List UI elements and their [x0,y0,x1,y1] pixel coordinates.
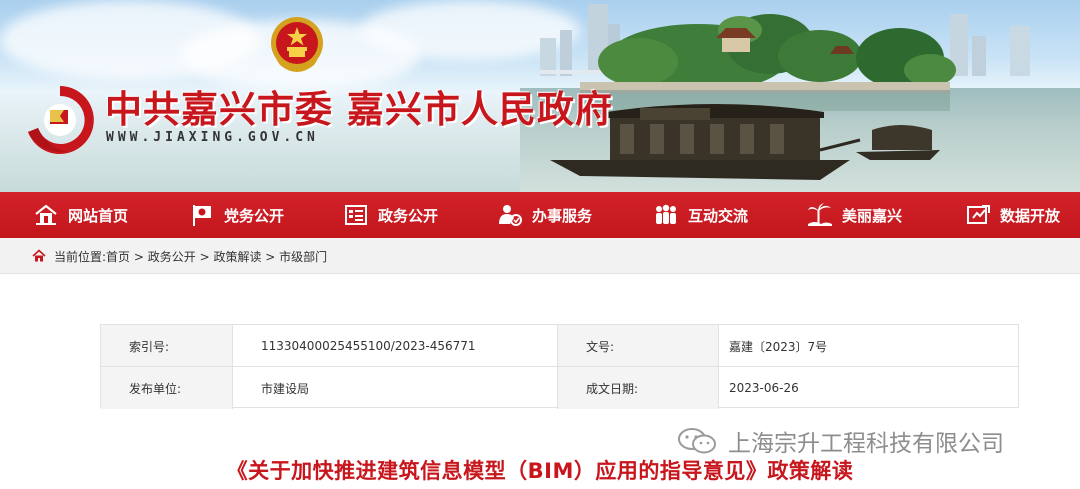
breadcrumb-link-policy-interpretation[interactable]: 政策解读 [213,250,261,264]
breadcrumb-link-home[interactable]: 首页 [106,250,130,264]
nav-item-label: 办事服务 [532,206,593,225]
breadcrumb-link-city-departments[interactable]: 市级部门 [279,250,327,264]
national-emblem-icon [271,17,323,72]
breadcrumb-separator: > [130,250,148,264]
breadcrumb-separator: > [261,250,280,264]
index-number-label: 索引号: [101,325,232,367]
header-banner: 中共嘉兴市委 嘉兴市人民政府 WWW.JIAXING.GOV.CN [0,0,1080,192]
watermark-text: 上海宗升工程科技有限公司 [728,431,1004,457]
publisher-label: 发布单位: [101,367,232,409]
nav-item-label: 网站首页 [68,206,129,225]
home-icon [32,201,60,229]
document-number-label: 文号: [558,325,718,367]
publisher-value: 市建设局 [261,381,310,396]
written-date-label: 成文日期: [558,367,718,409]
divider [232,325,233,409]
nav-item-open-data[interactable]: 数据开放 [964,192,1060,238]
data-open-icon [964,201,992,229]
people-group-icon [652,201,680,229]
nav-item-label: 政务公开 [378,206,439,225]
article-title: 《关于加快推进建筑信息模型（BIM）应用的指导意见》政策解读 [226,459,854,483]
breadcrumb: 当前位置:首页 > 政务公开 > 政策解读 > 市级部门 [0,238,1080,274]
divider [101,366,1018,367]
wechat-icon [678,428,716,454]
site-title[interactable]: 中共嘉兴市委 嘉兴市人民政府 [105,79,613,133]
divider [718,325,719,409]
nav-item-label: 互动交流 [688,206,749,225]
nav-item-label: 数据开放 [1000,206,1061,225]
service-person-icon [496,201,524,229]
nav-item-interaction[interactable]: 互动交流 [652,192,748,238]
nav-item-services[interactable]: 办事服务 [496,192,592,238]
index-number-value: 11330400025455100/2023-456771 [261,339,476,353]
nav-item-label: 党务公开 [224,206,285,225]
nav-item-label: 美丽嘉兴 [842,206,903,225]
party-flag-icon [188,201,216,229]
divider [557,325,558,409]
party-logo-icon [28,86,94,154]
nav-item-beautiful-jiaxing[interactable]: 美丽嘉兴 [806,192,902,238]
nav-item-home[interactable]: 网站首页 [32,192,128,238]
wechat-watermark: 上海宗升工程科技有限公司 [676,425,1004,457]
home-icon [32,249,46,262]
written-date-value: 2023-06-26 [729,381,799,395]
main-nav: 网站首页 党务公开 政务公开 办事服务 互动交流 美丽嘉兴 数据开放 [0,192,1080,238]
document-info-table: 索引号: 11330400025455100/2023-456771 文号: 嘉… [100,324,1019,409]
palm-tree-icon [806,201,834,229]
breadcrumb-separator: > [195,250,214,264]
breadcrumb-link-gov-affairs[interactable]: 政务公开 [148,250,196,264]
nav-item-gov-affairs[interactable]: 政务公开 [342,192,438,238]
document-list-icon [342,201,370,229]
site-url[interactable]: WWW.JIAXING.GOV.CN [106,130,319,145]
breadcrumb-prefix: 当前位置: [54,250,107,264]
document-number-value: 嘉建〔2023〕7号 [729,339,828,354]
nav-item-party-affairs[interactable]: 党务公开 [188,192,284,238]
